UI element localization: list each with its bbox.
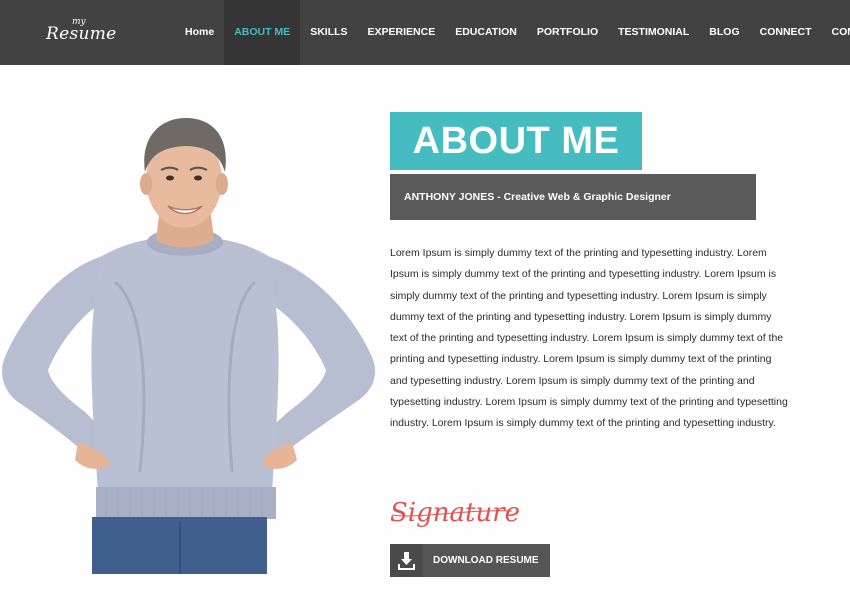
about-heading: ABOUT ME <box>390 112 642 170</box>
logo-main-text: Resume <box>46 24 117 44</box>
about-subtitle: ANTHONY JONES - Creative Web & Graphic D… <box>390 174 756 220</box>
nav-item-home[interactable]: Home <box>175 0 224 65</box>
site-logo[interactable]: my Resume <box>46 18 116 46</box>
signature: Signature <box>390 498 520 528</box>
nav-item-contact[interactable]: CONTACT <box>822 0 850 65</box>
nav-item-skills[interactable]: SKILLS <box>300 0 357 65</box>
nav-item-testimonial[interactable]: TESTIMONIAL <box>608 0 699 65</box>
nav-item-connect[interactable]: CONNECT <box>750 0 822 65</box>
nav-item-about-me[interactable]: ABOUT ME <box>224 0 301 65</box>
profile-photo <box>2 118 376 574</box>
main-nav: Home ABOUT ME SKILLS EXPERIENCE EDUCATION POR… <box>175 0 850 65</box>
nav-item-portfolio[interactable]: PORTFOLIO <box>527 0 608 65</box>
download-resume-label: DOWNLOAD RESUME <box>433 555 539 566</box>
about-body-text: Lorem Ipsum is simply dummy text of the … <box>390 247 788 430</box>
download-resume-button[interactable]: DOWNLOAD RESUME <box>390 544 550 577</box>
nav-item-education[interactable]: EDUCATION <box>445 0 527 65</box>
nav-item-experience[interactable]: EXPERIENCE <box>358 0 446 65</box>
nav-item-blog[interactable]: BLOG <box>699 0 749 65</box>
top-navbar: my Resume Home ABOUT ME SKILLS EXPERIENCE ED… <box>0 0 850 65</box>
download-icon <box>390 544 423 577</box>
